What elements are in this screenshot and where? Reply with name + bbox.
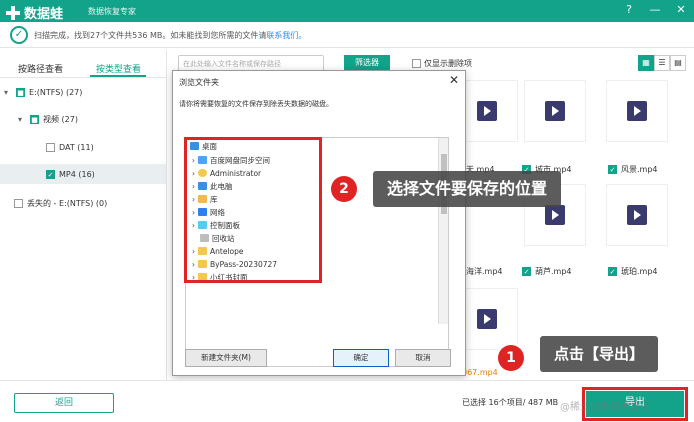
chevron-down-icon[interactable]: ▾: [18, 115, 26, 124]
file-thumbnail[interactable]: [606, 80, 668, 142]
search-input[interactable]: 在此处输入文件名称或保存路径: [178, 55, 324, 71]
cancel-button[interactable]: 取消: [395, 349, 451, 367]
file-thumbnail[interactable]: [524, 80, 586, 142]
new-folder-button[interactable]: 新建文件夹(M): [185, 349, 267, 367]
tree-item-label: MP4 (16): [59, 169, 95, 179]
highlight-box: [184, 137, 322, 283]
tree-item-video[interactable]: ▾ ■ 视频 (27): [18, 109, 166, 129]
grid-view-icon[interactable]: ▦: [638, 55, 654, 71]
dialog-title: 浏览文件夹: [179, 78, 219, 87]
window-controls: ? — ✕: [622, 3, 688, 16]
checkbox[interactable]: ■: [16, 87, 25, 97]
video-icon: [545, 205, 565, 225]
minimize-icon[interactable]: —: [648, 3, 662, 16]
tree-item-lost[interactable]: 丢失的 - E:(NTFS) (0): [14, 193, 166, 213]
ok-button[interactable]: 确定: [333, 349, 389, 367]
checkbox[interactable]: ✓: [608, 267, 617, 276]
file-thumbnail[interactable]: [606, 184, 668, 246]
video-icon: [477, 309, 497, 329]
video-icon: [627, 205, 647, 225]
file-item[interactable]: ✓ 风景.mp4: [608, 164, 658, 175]
file-name: 067.mp4: [462, 368, 498, 377]
help-icon[interactable]: ?: [622, 3, 636, 16]
callout-click-export: 点击【导出】: [540, 336, 659, 372]
file-item[interactable]: ✓ 琥珀.mp4: [608, 266, 658, 277]
scrollbar[interactable]: [438, 138, 448, 324]
tab-by-type[interactable]: 按类型查看: [96, 62, 141, 75]
only-deleted-toggle[interactable]: 仅显示删除项: [412, 58, 472, 69]
contact-us-link[interactable]: 联系我们。: [266, 31, 306, 40]
checkbox[interactable]: ✓: [46, 169, 55, 179]
checkbox[interactable]: [46, 142, 55, 152]
view-tabs: 按路径查看 按类型查看: [0, 56, 166, 78]
app-logo: 数据蛙: [6, 3, 63, 22]
video-icon: [477, 101, 497, 121]
dialog-description: 请你将需要恢复的文件保存到除丢失数据的磁盘。: [179, 100, 333, 108]
filter-button[interactable]: 筛选器: [344, 55, 390, 71]
sidebar-divider: [166, 50, 167, 380]
tree-item-label: 丢失的 - E:(NTFS) (0): [27, 198, 108, 208]
step-badge: 2: [331, 176, 357, 202]
only-deleted-label: 仅显示删除项: [424, 59, 472, 68]
selection-summary: 已选择 16个项目/ 487 MB: [462, 398, 559, 407]
list-view-icon[interactable]: ☰: [654, 55, 670, 71]
active-tab-indicator: [90, 75, 146, 77]
checkbox[interactable]: [14, 198, 23, 208]
video-icon: [545, 101, 565, 121]
tab-by-path[interactable]: 按路径查看: [18, 62, 63, 75]
scan-status-bar: ✓ 扫描完成，找到27个文件共536 MB。如未能找到您所需的文件请联系我们。: [0, 22, 694, 48]
title-bar: 数据蛙 数据恢复专家 ? — ✕: [0, 0, 694, 22]
file-item[interactable]: ✓ 葫芦.mp4: [522, 266, 572, 277]
file-name: 海洋.mp4: [466, 267, 503, 276]
scan-status-text: 扫描完成，找到27个文件共536 MB。如未能找到您所需的文件请联系我们。: [34, 31, 307, 40]
close-icon[interactable]: ✕: [449, 73, 459, 87]
app-slogan: 数据恢复专家: [88, 7, 136, 16]
tree-item-dat[interactable]: DAT (11): [46, 137, 166, 157]
tree-item-mp4[interactable]: ✓ MP4 (16): [0, 164, 166, 184]
tree-item-label: DAT (11): [59, 142, 94, 152]
close-icon[interactable]: ✕: [674, 3, 688, 16]
checkbox[interactable]: [412, 59, 421, 68]
plus-icon: [6, 5, 20, 20]
file-name: 葫芦.mp4: [535, 267, 572, 276]
detail-view-icon[interactable]: ▤: [670, 55, 686, 71]
tree-item-label: 视频 (27): [43, 114, 78, 124]
file-name: 琥珀.mp4: [621, 267, 658, 276]
chevron-down-icon[interactable]: ▾: [4, 88, 12, 97]
back-button[interactable]: 返回: [14, 393, 114, 413]
step-badge: 1: [498, 345, 524, 371]
watermark: @稀土掘金技术社区: [560, 402, 650, 413]
app-name: 数据蛙: [24, 7, 64, 22]
checkbox[interactable]: ✓: [522, 267, 531, 276]
checkbox[interactable]: ✓: [608, 165, 617, 174]
tree-item-label: E:(NTFS) (27): [29, 87, 83, 97]
view-mode-buttons: ▦ ☰ ▤: [638, 55, 686, 71]
file-name: 风景.mp4: [621, 165, 658, 174]
checkbox[interactable]: ■: [30, 114, 39, 124]
video-icon: [627, 101, 647, 121]
check-icon: ✓: [10, 26, 28, 44]
callout-choose-location: 选择文件要保存的位置: [373, 171, 562, 207]
tree-item-drive[interactable]: ▾ ■ E:(NTFS) (27): [4, 82, 166, 102]
